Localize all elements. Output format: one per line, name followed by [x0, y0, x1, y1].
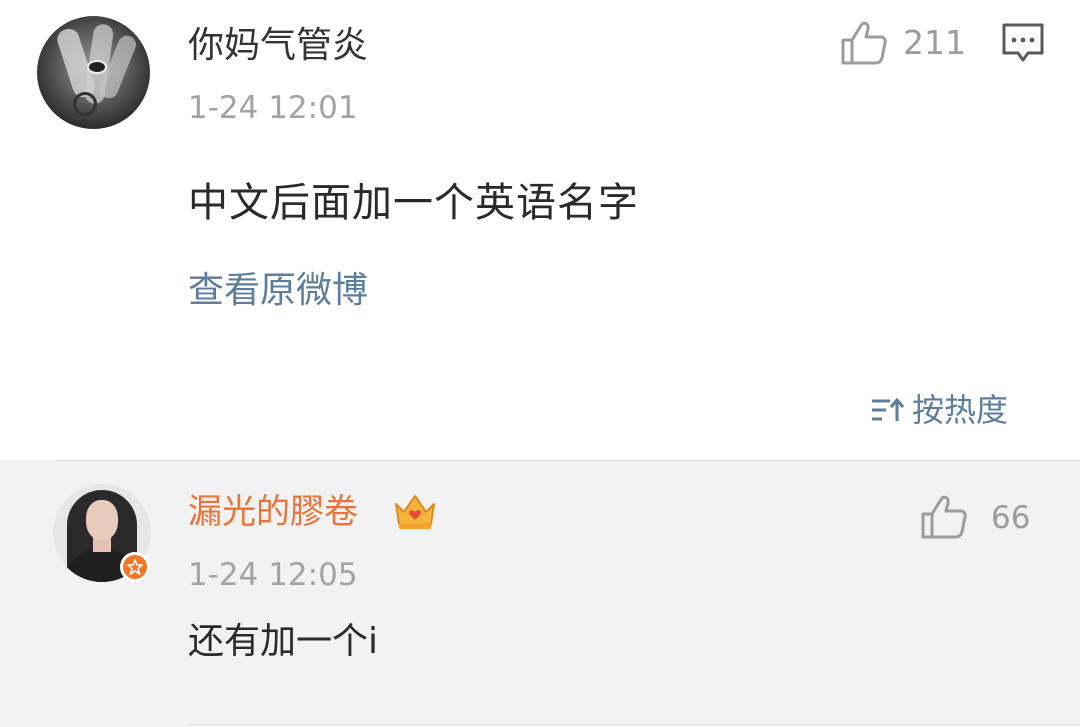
- reply-username[interactable]: 漏光的膠卷: [188, 489, 358, 535]
- comment-text: 中文后面加一个英语名字: [188, 180, 639, 226]
- crown-icon: [395, 495, 435, 529]
- like-count: 66: [991, 500, 1031, 536]
- thumbs-up-icon[interactable]: [920, 494, 968, 540]
- thumbs-up-icon[interactable]: [840, 20, 888, 66]
- divider: [56, 460, 1080, 461]
- divider: [188, 724, 1080, 725]
- view-original-post-link[interactable]: 查看原微博: [188, 267, 368, 315]
- reply-timestamp: 1-24 12:05: [188, 557, 358, 593]
- sort-by-hot-button[interactable]: 按热度: [870, 388, 1008, 432]
- reply-text: 还有加一个i: [188, 621, 379, 662]
- reply-section: [0, 460, 1080, 727]
- comment-username[interactable]: 你妈气管炎: [188, 22, 368, 70]
- comment-timestamp: 1-24 12:01: [188, 90, 358, 126]
- verified-badge-icon: [120, 552, 150, 582]
- avatar[interactable]: [37, 16, 150, 129]
- comment-icon[interactable]: [1001, 22, 1045, 64]
- sort-label: 按热度: [912, 391, 1009, 429]
- sort-icon: [872, 397, 904, 421]
- like-count: 211: [903, 23, 966, 62]
